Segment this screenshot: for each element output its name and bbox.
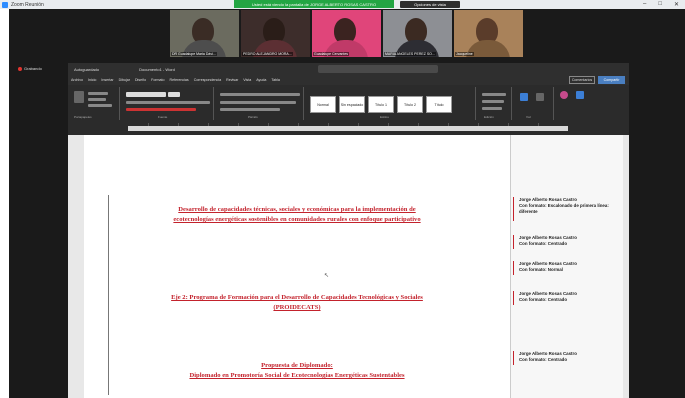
participant-tile[interactable]: DR Guadalupe Maria Dávi... (170, 10, 239, 57)
menu-item[interactable]: Dibujar (119, 78, 130, 82)
dictate-icon[interactable] (520, 93, 528, 101)
word-search-box[interactable] (318, 65, 438, 73)
menu-item[interactable]: Insertar (101, 78, 113, 82)
participant-tile[interactable]: MARIA ANGELES PEREZ SO... (383, 10, 452, 57)
view-options-button[interactable]: Opciones de vista (400, 1, 460, 8)
clipboard-label: Portapapeles (74, 115, 92, 119)
styles-label: Estilos (380, 115, 389, 119)
close-icon[interactable]: ✕ (674, 1, 679, 8)
participant-name: MARIA ANGELES PEREZ SO... (384, 52, 436, 56)
font-group: Fuente (122, 87, 214, 120)
document-heading-line: Desarrollo de capacidades técnicas, soci… (178, 206, 416, 213)
menu-item[interactable]: Ayuda (256, 78, 266, 82)
voice-group: Voz (514, 87, 554, 120)
document-heading-line: Diplomado en Promotoría Social de Ecotec… (189, 372, 405, 379)
paste-icon[interactable] (74, 91, 84, 103)
zoom-left-panel (0, 9, 9, 398)
document-page[interactable]: Desarrollo de capacidades técnicas, soci… (84, 135, 510, 398)
share-button[interactable]: Compartir (598, 76, 625, 84)
format-change-comment[interactable]: Jorge Alberto Rosas Castro Con formato: … (519, 197, 624, 216)
designer-icon[interactable] (576, 91, 584, 99)
participant-name: Jacqueline (455, 52, 474, 56)
comments-button[interactable]: Comentarios (569, 76, 595, 84)
format-change-comment[interactable]: Jorge Alberto Rosas Castro Con formato: … (519, 291, 624, 303)
editing-group: Edición (478, 87, 512, 120)
participant-name: PEDRO ALEJANDRO MORA... (242, 52, 293, 56)
menu-item[interactable]: Inicio (88, 78, 96, 82)
style-normal[interactable]: Normal (310, 96, 336, 113)
zoom-logo-icon (2, 1, 8, 8)
zoom-right-panel (673, 9, 685, 398)
comment-text: diferente (519, 209, 538, 215)
screen-share-banner: Usted está viendo la pantalla de JORGE A… (234, 0, 394, 8)
recording-indicator: Grabando (18, 66, 42, 71)
word-window: Autoguardado Documento1 - Word Archivo I… (68, 63, 629, 398)
style-heading1[interactable]: Título 1 (368, 96, 394, 113)
font-label: Fuente (158, 115, 168, 119)
document-heading-line: Propuesta de Diplomado: (261, 362, 333, 369)
clipboard-group: Portapapeles (70, 87, 120, 120)
styles-group: Normal Sin espaciado Título 1 Título 2 T… (306, 87, 476, 120)
record-dot-icon (18, 66, 22, 71)
menu-item[interactable]: Referencias (170, 78, 189, 82)
maximize-icon[interactable]: □ (658, 1, 662, 8)
style-title[interactable]: Título (426, 96, 452, 113)
sensitivity-icon[interactable] (536, 93, 544, 101)
word-titlebar: Autoguardado Documento1 - Word (68, 63, 629, 75)
ruler[interactable] (68, 122, 629, 135)
paragraph-label: Párrafo (248, 115, 258, 119)
menu-item[interactable]: Archivo (71, 78, 83, 82)
comment-text: Con formato: Centrado (519, 241, 568, 247)
participants-strip: DR Guadalupe Maria Dávi... PEDRO ALEJAND… (170, 10, 523, 57)
zoom-window-title: Zoom Reunión (11, 1, 44, 8)
font-size-select[interactable] (168, 92, 180, 97)
recording-label: Grabando (24, 66, 42, 71)
document-heading-line: Eje 2: Programa de Formación para el Des… (171, 294, 423, 301)
menu-item[interactable]: Correspondencia (194, 78, 221, 82)
ribbon: Portapapeles Fuente Párrafo Normal Sin e… (68, 85, 629, 122)
markup-pane: Jorge Alberto Rosas Castro Con formato: … (510, 135, 623, 398)
voice-label: Voz (526, 115, 532, 119)
menu-item[interactable]: Tabla (271, 78, 280, 82)
comment-text: Con formato: Normal (519, 267, 563, 273)
comment-text: Con formato: Centrado (519, 297, 568, 303)
style-no-spacing[interactable]: Sin espaciado (339, 96, 365, 113)
format-change-comment[interactable]: Jorge Alberto Rosas Castro Con formato: … (519, 235, 624, 247)
font-name-select[interactable] (126, 92, 166, 97)
zoom-screen-share: Zoom Reunión Usted está viendo la pantal… (0, 0, 685, 398)
participant-tile[interactable]: Jacqueline (454, 10, 523, 57)
minimize-icon[interactable]: – (643, 1, 646, 8)
menu-item[interactable]: Diseño (135, 78, 146, 82)
autosave-toggle[interactable]: Autoguardado (74, 67, 99, 72)
format-change-comment[interactable]: Jorge Alberto Rosas Castro Con formato: … (519, 261, 624, 273)
editing-label: Edición (484, 115, 494, 119)
menu-item[interactable]: Formato (151, 78, 164, 82)
participant-tile[interactable]: PEDRO ALEJANDRO MORA... (241, 10, 310, 57)
document-heading-line: ecotecnologías energéticas sostenibles e… (173, 216, 421, 223)
document-heading-line: (PROIDECATS) (273, 304, 321, 311)
menu-item[interactable]: Vista (243, 78, 251, 82)
participant-tile[interactable]: Guadalupe Cervantes (312, 10, 381, 57)
participant-name: DR Guadalupe Maria Dávi... (171, 52, 217, 56)
document-title: Documento1 - Word (139, 66, 175, 72)
style-heading2[interactable]: Título 2 (397, 96, 423, 113)
comment-text: Con formato: Centrado (519, 357, 568, 363)
word-menubar: Archivo Inicio Insertar Dibujar Diseño F… (68, 75, 629, 85)
format-change-comment[interactable]: Jorge Alberto Rosas Castro Con formato: … (519, 351, 624, 363)
editor-icon[interactable] (560, 91, 568, 99)
mouse-cursor-icon: ↖ (324, 273, 330, 279)
window-controls: – □ ✕ (643, 1, 679, 8)
menu-item[interactable]: Revisar (226, 78, 238, 82)
paragraph-group: Párrafo (216, 87, 304, 120)
participant-name: Guadalupe Cervantes (313, 52, 350, 56)
